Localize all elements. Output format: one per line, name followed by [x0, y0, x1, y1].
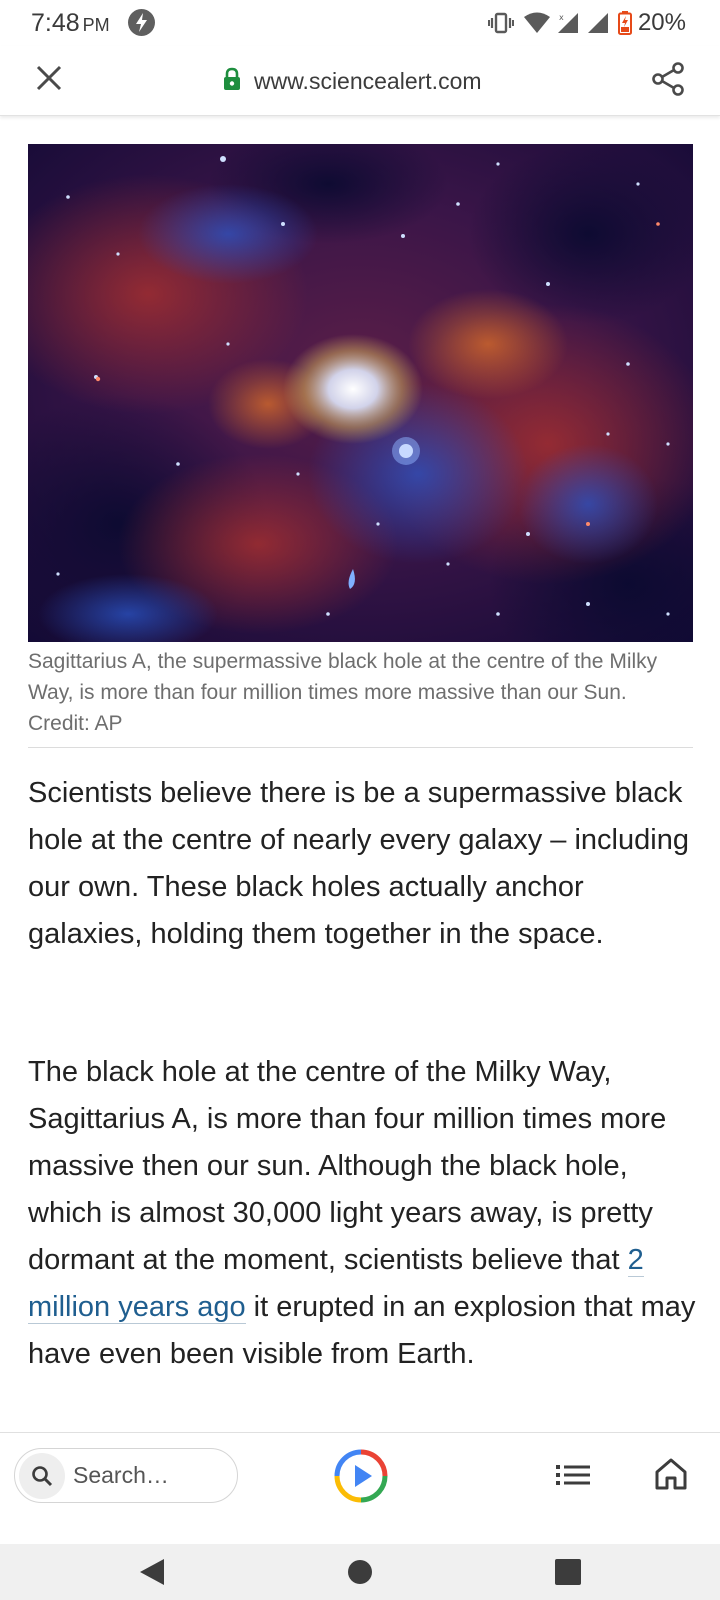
- status-time: 7:48 PM: [31, 9, 110, 38]
- recents-icon: [554, 1558, 582, 1591]
- status-time-ampm: PM: [82, 15, 110, 35]
- system-home-button[interactable]: [342, 1556, 378, 1592]
- home-icon: [654, 1457, 688, 1496]
- wifi-icon: [523, 12, 550, 34]
- flash-notification-icon: [128, 9, 155, 36]
- bottom-toolbar: Search…: [0, 1432, 720, 1544]
- browser-url-bar: www.sciencealert.com: [0, 46, 720, 116]
- battery-percentage: 20%: [637, 9, 686, 36]
- paragraph-2-text-start: The black hole at the centre of the Milk…: [28, 1056, 667, 1276]
- lock-icon: [222, 67, 242, 96]
- list-menu-button[interactable]: [551, 1457, 595, 1497]
- search-placeholder: Search…: [73, 1462, 169, 1488]
- google-play-button[interactable]: [334, 1449, 388, 1503]
- share-icon: [650, 61, 686, 102]
- system-navigation-bar: [0, 1544, 720, 1600]
- article-content: Sagittarius A, the supermassive black ho…: [0, 116, 720, 1432]
- url-text: www.sciencealert.com: [254, 67, 482, 94]
- svg-text:x: x: [559, 13, 564, 22]
- article-paragraph-1: Scientists believe there is be a superma…: [28, 777, 689, 950]
- recents-button[interactable]: [550, 1556, 586, 1592]
- back-icon: [138, 1557, 166, 1592]
- home-circle-icon: [347, 1559, 373, 1590]
- list-menu-icon: [556, 1464, 590, 1491]
- image-caption: Sagittarius A, the supermassive black ho…: [28, 646, 693, 748]
- status-icons: x 20%: [487, 9, 686, 37]
- close-button[interactable]: [28, 59, 70, 101]
- search-input[interactable]: Search…: [14, 1448, 238, 1503]
- url-display[interactable]: www.sciencealert.com: [222, 66, 482, 96]
- vibrate-icon: [487, 12, 514, 34]
- galaxy-center-image: [28, 144, 693, 642]
- signal-icon: x: [556, 12, 580, 34]
- battery-charging-icon: [617, 11, 632, 35]
- search-icon: [19, 1452, 65, 1499]
- close-icon: [35, 64, 63, 97]
- back-button[interactable]: [134, 1556, 170, 1592]
- article-paragraph-2: The black hole at the centre of the Milk…: [28, 1049, 696, 1378]
- status-bar: 7:48 PM x 20%: [0, 0, 720, 46]
- signal-icon: [586, 12, 610, 34]
- share-button[interactable]: [646, 59, 690, 103]
- google-play-icon: [334, 1449, 388, 1507]
- home-button[interactable]: [648, 1453, 694, 1499]
- status-time-value: 7:48: [31, 9, 80, 37]
